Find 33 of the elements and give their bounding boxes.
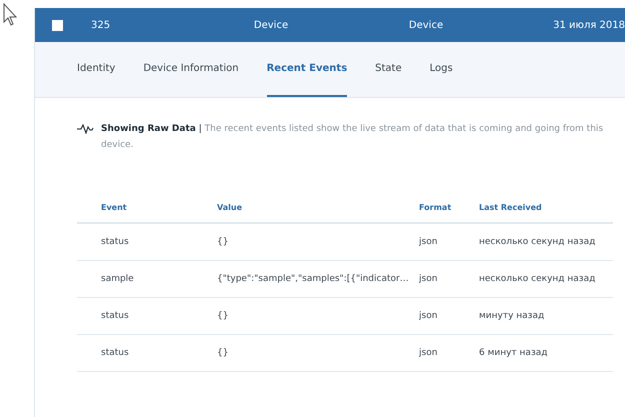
table-cell: минуту назад: [479, 311, 544, 321]
table-cell: несколько секунд назад: [479, 274, 596, 284]
table-cell: 6 минут назад: [479, 348, 548, 358]
header-cell-text: Device: [408, 20, 444, 30]
header-cell-text: 31 июля 2018: [552, 20, 625, 30]
column-header[interactable]: Event: [101, 203, 127, 212]
tab[interactable]: Device Information: [143, 42, 239, 97]
table-cell: несколько секунд назад: [479, 237, 596, 247]
tab[interactable]: State: [375, 42, 402, 97]
table-cell: json: [419, 274, 438, 284]
table-cell: {"type":"sample","samples":[{"indicator…: [217, 274, 409, 284]
tab[interactable]: Identity: [77, 42, 116, 97]
table-cell: {}: [217, 311, 228, 321]
checkbox[interactable]: [52, 20, 63, 30]
column-header[interactable]: Last Received: [479, 203, 542, 212]
tab[interactable]: Logs: [430, 42, 453, 97]
description-text: Showing Raw Data | The recent events listed show the live stream of data that is coming and going from this device.: [101, 123, 604, 152]
pulse-icon: [77, 124, 96, 134]
table-cell: json: [419, 348, 438, 358]
table-cell: {}: [217, 348, 228, 358]
column-header[interactable]: Format: [419, 203, 452, 212]
table-cell: {}: [217, 237, 228, 247]
table-cell: status: [101, 348, 129, 358]
table-cell: json: [419, 237, 438, 247]
column-header[interactable]: Value: [217, 203, 242, 212]
header-cell-text: Device: [252, 20, 290, 30]
table-cell: status: [101, 237, 129, 247]
table-cell: json: [419, 311, 438, 321]
table-cell: sample: [101, 274, 134, 284]
header-cell-text: 325: [91, 20, 112, 30]
tab[interactable]: Recent Events: [266, 42, 348, 97]
cursor-icon: [3, 3, 17, 27]
table-cell: status: [101, 311, 129, 321]
